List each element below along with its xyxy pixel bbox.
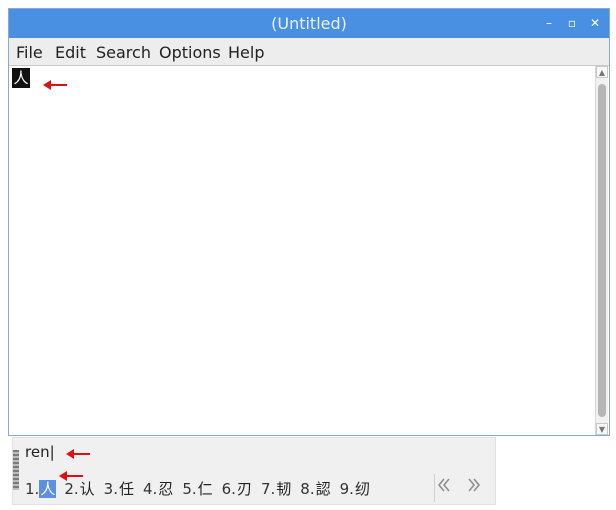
ime-candidate[interactable]: 3.任: [104, 478, 135, 499]
ime-candidate[interactable]: 6.刃: [222, 478, 253, 499]
ime-candidate-index: 4.: [142, 479, 158, 498]
ime-candidate[interactable]: 8.認: [300, 478, 331, 499]
annotation-arrow-icon: [66, 449, 90, 459]
ime-drag-handle[interactable]: [13, 450, 19, 490]
ime-candidate-index: 6.: [221, 479, 236, 498]
vertical-scrollbar[interactable]: ▲ ▼: [595, 66, 608, 435]
menu-search[interactable]: Search: [96, 43, 151, 62]
ime-candidate-index: 5.: [182, 479, 197, 498]
ime-candidate[interactable]: 4.忍: [143, 478, 174, 499]
ime-candidate-index: 3.: [103, 479, 118, 498]
menu-file[interactable]: File: [16, 43, 43, 62]
annotation-arrow-icon: [43, 80, 67, 90]
ime-candidate-char[interactable]: 任: [118, 480, 135, 498]
close-button[interactable]: ✕: [587, 15, 603, 31]
ime-candidate-char[interactable]: 認: [315, 480, 332, 498]
ime-candidate-char[interactable]: 人: [39, 479, 57, 498]
ime-candidate-char[interactable]: 韧: [275, 480, 292, 498]
ime-candidate-index: 8.: [300, 479, 315, 498]
scroll-down-button[interactable]: ▼: [596, 423, 608, 435]
app-window: (Untitled) – ▫ ✕ File Edit Search Option…: [8, 8, 610, 436]
ime-candidate[interactable]: 7.韧: [261, 478, 292, 499]
ime-candidate[interactable]: 1.人: [25, 478, 57, 499]
ime-candidate-char[interactable]: 仁: [197, 480, 214, 498]
text-editor-area[interactable]: 人 ▲ ▼: [9, 65, 609, 435]
ime-candidate-index: 1.: [25, 479, 40, 498]
ime-candidate[interactable]: 5.仁: [182, 478, 213, 499]
title-bar[interactable]: (Untitled) – ▫ ✕: [9, 9, 609, 38]
menu-options[interactable]: Options: [159, 43, 221, 62]
maximize-button[interactable]: ▫: [564, 15, 580, 31]
ime-candidate-char[interactable]: 刃: [236, 480, 253, 498]
scroll-thumb[interactable]: [598, 84, 606, 417]
ime-candidate-panel: ren| 1.人 2.认 3.任 4.忍 5.仁 6.刃 7.韧 8.認 9.纫: [12, 437, 496, 505]
double-chevron-left-icon[interactable]: [433, 476, 455, 498]
annotation-arrow-icon: [59, 471, 83, 481]
window-title: (Untitled): [271, 14, 347, 33]
menu-bar: File Edit Search Options Help: [9, 38, 609, 65]
double-chevron-right-icon[interactable]: [463, 476, 485, 498]
menu-help[interactable]: Help: [228, 43, 264, 62]
scroll-up-button[interactable]: ▲: [596, 66, 608, 78]
minimize-button[interactable]: –: [541, 15, 557, 31]
ime-candidate-char[interactable]: 纫: [354, 480, 371, 498]
ime-candidate-index: 7.: [260, 479, 276, 498]
ime-candidate-index: 2.: [64, 479, 79, 498]
ime-candidate-char[interactable]: 认: [79, 480, 96, 498]
menu-edit[interactable]: Edit: [55, 43, 86, 62]
editor-selected-text[interactable]: 人: [12, 68, 30, 88]
ime-candidate-index: 9.: [339, 479, 354, 498]
ime-candidate[interactable]: 9.纫: [340, 478, 371, 499]
ime-candidate-list: 1.人 2.认 3.任 4.忍 5.仁 6.刃 7.韧 8.認 9.纫: [25, 476, 437, 500]
ime-candidate-char[interactable]: 忍: [157, 480, 174, 498]
ime-preedit-text: ren|: [25, 443, 55, 461]
